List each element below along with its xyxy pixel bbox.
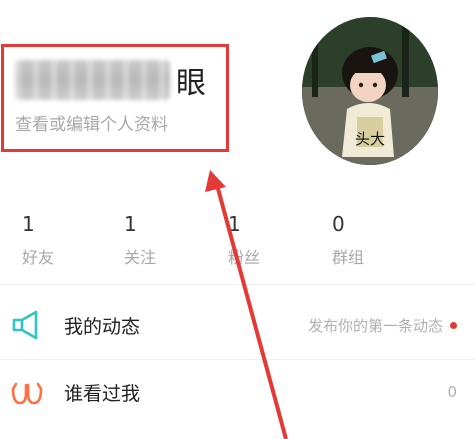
megaphone-icon: [10, 308, 44, 342]
stat-groups[interactable]: 0 群组: [332, 212, 364, 268]
annotation-highlight-box: [1, 44, 229, 152]
visitor-count: 0: [447, 383, 457, 401]
divider: [0, 284, 475, 285]
moments-hint: 发布你的第一条动态: [308, 315, 457, 336]
stat-value: 0: [332, 212, 345, 236]
stat-value: 1: [22, 212, 35, 236]
glasses-icon: [10, 375, 44, 409]
notification-dot: [450, 321, 457, 329]
menu-item-my-moments[interactable]: 我的动态 发布你的第一条动态: [0, 295, 475, 355]
stat-fans[interactable]: 1 粉丝: [228, 212, 260, 268]
stat-friends[interactable]: 1 好友: [22, 212, 54, 268]
stat-label: 粉丝: [228, 248, 261, 267]
menu-label: 谁看过我: [64, 382, 141, 405]
avatar[interactable]: 头大: [302, 17, 438, 165]
stats-bar: 1 好友 1 关注 1 粉丝 0 群组: [0, 212, 475, 272]
stat-label: 好友: [22, 248, 55, 267]
menu-label: 我的动态: [64, 315, 141, 338]
profile-header[interactable]: 眼 查看或编辑个人资料 头大: [0, 0, 475, 190]
stat-value: 1: [228, 212, 241, 236]
moments-hint-text: 发布你的第一条动态: [307, 316, 443, 335]
avatar-caption: 头大: [355, 130, 385, 148]
stat-following[interactable]: 1 关注: [124, 212, 156, 268]
stat-label: 关注: [124, 248, 157, 267]
menu-item-visitors[interactable]: 谁看过我 0: [0, 362, 475, 422]
stat-value: 1: [124, 212, 137, 236]
divider: [0, 359, 475, 360]
stat-label: 群组: [332, 248, 365, 267]
avatar-photo: 头大: [302, 17, 438, 165]
